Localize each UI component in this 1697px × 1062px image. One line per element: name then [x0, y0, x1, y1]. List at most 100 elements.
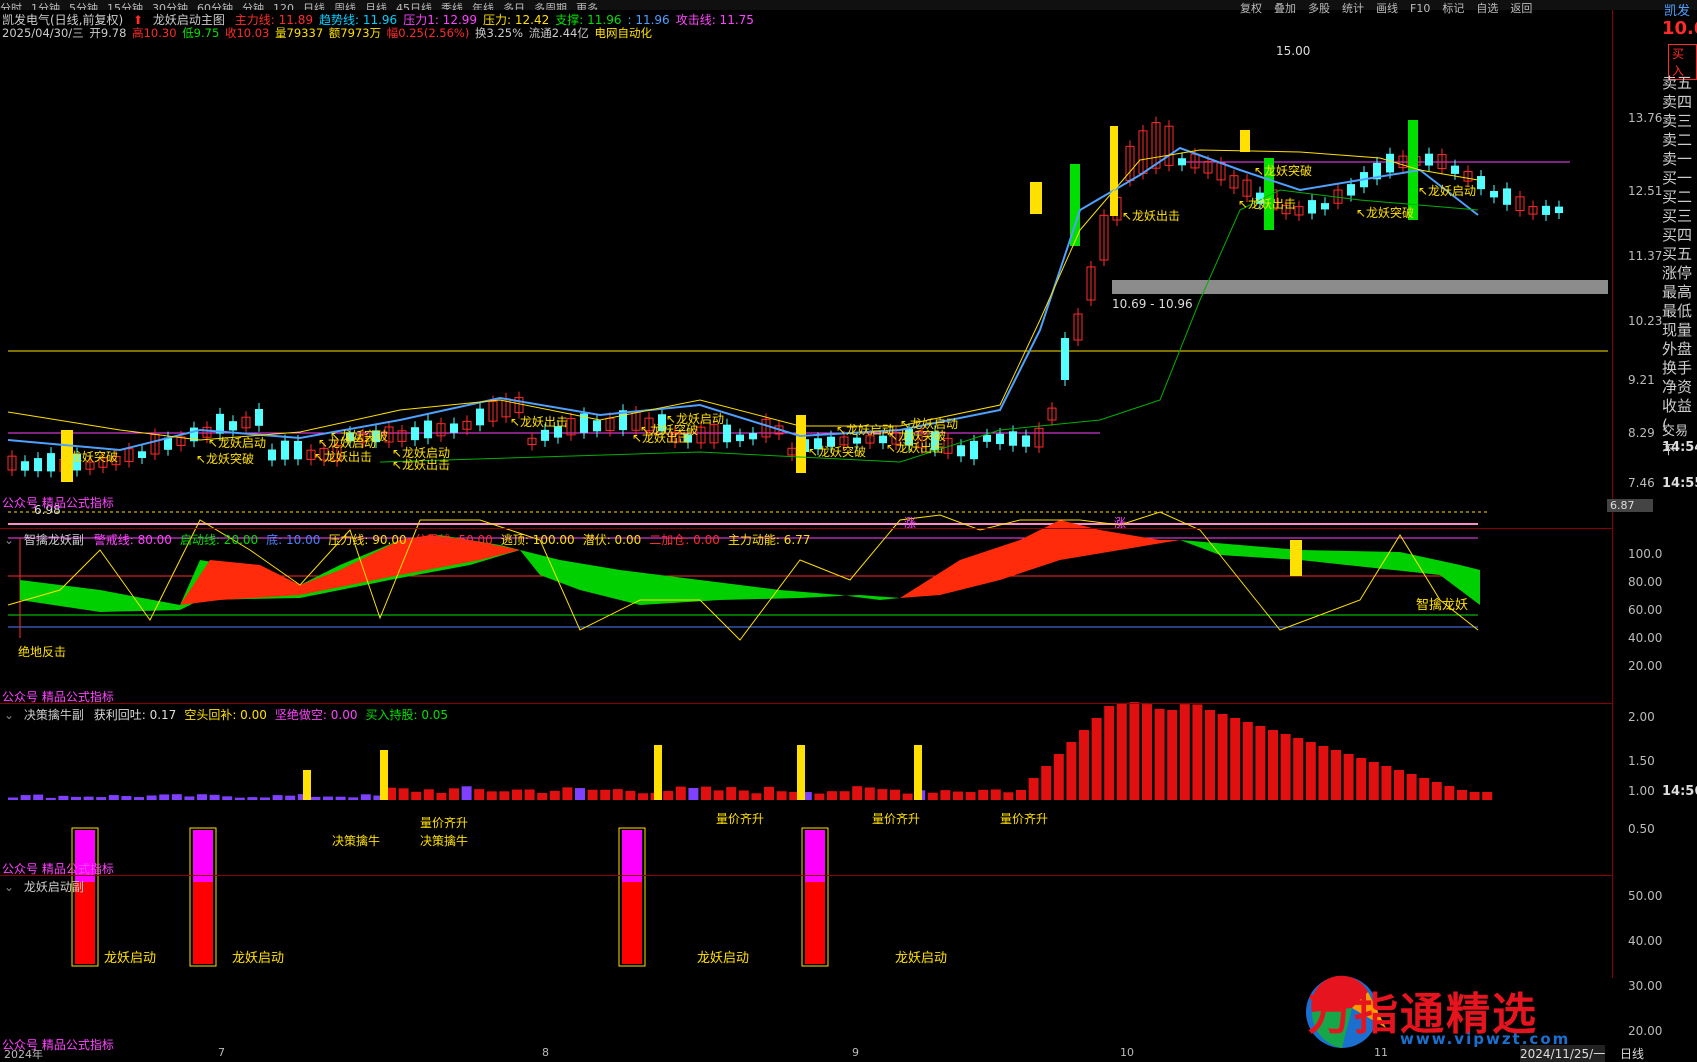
vol-bar [575, 788, 585, 800]
vol-bar [638, 793, 648, 800]
vol-bar [8, 797, 18, 800]
vol-bar [776, 791, 787, 800]
vol-bar [1368, 762, 1379, 800]
signal-label: ↖龙妖启动 [666, 412, 725, 426]
vol-bar [1079, 730, 1089, 800]
candle-body [970, 440, 978, 460]
candle-body [749, 433, 757, 440]
vol-bar [713, 790, 724, 800]
vol-bar [612, 789, 623, 800]
vol-bar [1280, 734, 1291, 800]
osc-bottom-tag: 绝地反击 [18, 645, 67, 659]
vol-bar [285, 795, 296, 800]
vol-bar [1356, 758, 1367, 800]
vol-bar [764, 786, 774, 800]
vol-signal-bar [380, 750, 388, 800]
watermark-url: www.vipwzt.com [1400, 1030, 1571, 1048]
quote-field-label: 卖二 [1662, 131, 1693, 149]
vol-bar [335, 796, 346, 800]
osc-tick: 20.00 [1628, 659, 1663, 673]
candle-body [1009, 431, 1017, 446]
candle-body [1022, 435, 1030, 447]
trade-label[interactable]: 交易不 [1662, 420, 1697, 458]
launch-block [622, 882, 642, 964]
quote-field-label: 买五 [1662, 245, 1693, 263]
signal-label: ↖龙妖启动 [1418, 184, 1477, 198]
vol-tick: 2.00 [1628, 710, 1655, 724]
vol-bar [537, 793, 548, 800]
vol-bar [940, 790, 951, 800]
launch-title[interactable]: 龙妖启动副 [24, 880, 84, 894]
candle-body [1555, 206, 1563, 214]
candle-body [996, 433, 1004, 445]
price-tick: 11.37 [1628, 249, 1663, 263]
signal-label: ↖龙妖出击 [392, 458, 451, 472]
price-tick: 10.23 [1628, 314, 1663, 328]
vol-bar [890, 789, 900, 800]
vol-bar [71, 796, 81, 800]
separator-vol [0, 875, 1612, 876]
highlight-candle [1030, 182, 1042, 214]
osc-footer: 公众号 精品公式指标 [2, 690, 114, 704]
vol-param: 获利回吐: 0.17 [93, 708, 177, 722]
candle-body [138, 451, 146, 458]
vol-bar [58, 795, 69, 800]
osc-param: 分界线: 50.00 [414, 533, 493, 547]
vol-bar [423, 789, 434, 800]
collapse-icon[interactable]: ⌄ [4, 880, 14, 894]
time-label: 14:55 [1662, 476, 1697, 491]
vol-bar [1053, 754, 1064, 800]
quote-field-label: 最低 [1662, 302, 1693, 320]
vol-bar [990, 789, 1001, 800]
vol-bar [1230, 718, 1241, 800]
launch-tick: 40.00 [1628, 934, 1663, 948]
vol-bar [625, 790, 636, 800]
osc-param: 主力动能: 6.77 [727, 533, 811, 547]
candle-body [450, 423, 458, 433]
vol-bar [436, 792, 447, 800]
collapse-icon[interactable]: ⌄ [4, 708, 14, 722]
vol-bar [524, 789, 535, 800]
launch-label: 龙妖启动 [895, 951, 948, 966]
vol-bar [1217, 714, 1228, 800]
vol-bar [1179, 704, 1190, 800]
date-tick: 2024年 [4, 1048, 43, 1061]
candle-body [1490, 191, 1498, 198]
candle-body [736, 434, 744, 442]
vol-bar [1268, 730, 1278, 800]
osc-title[interactable]: 智擒龙妖副 [24, 533, 84, 547]
vol-title[interactable]: 决策擒牛副 [24, 708, 84, 722]
separator-main [0, 528, 1612, 529]
chart-canvas[interactable] [0, 0, 1697, 1058]
candle-body [255, 408, 263, 426]
vol-bar [348, 797, 359, 800]
osc-param: 压力线: 90.00 [328, 533, 407, 547]
vol-bar [1192, 704, 1203, 800]
vol-bar [1305, 742, 1316, 800]
vol-bar [20, 795, 31, 800]
collapse-icon[interactable]: ⌄ [4, 533, 14, 547]
osc-area-red-2 [900, 520, 1180, 598]
surge-marker: 涨 [904, 516, 917, 530]
vol-bar [1331, 750, 1341, 800]
candle-body [983, 434, 991, 442]
quote-field-label: 外盘 [1662, 340, 1693, 358]
vol-bar [675, 786, 686, 800]
vol-bar [1431, 782, 1442, 800]
candle-body [294, 440, 302, 460]
vol-bar [852, 786, 863, 800]
launch-label: 龙妖启动 [697, 951, 750, 966]
vol-bar [1381, 766, 1392, 800]
price-tick: 13.76 [1628, 111, 1663, 125]
bottom-period[interactable]: 日线 [1620, 1045, 1644, 1062]
vol-bar [1419, 778, 1430, 800]
signal-label: ↖龙妖突破 [196, 452, 255, 466]
vol-bar [726, 787, 737, 800]
vol-bar [1167, 709, 1178, 800]
vol-bar [688, 787, 699, 800]
candle-body [1386, 153, 1394, 173]
vol-bar [965, 792, 976, 800]
vol-bar [323, 796, 333, 800]
signal-label: ↖龙妖出击 [1238, 197, 1297, 211]
vol-tag: 量价齐升 [716, 812, 765, 826]
